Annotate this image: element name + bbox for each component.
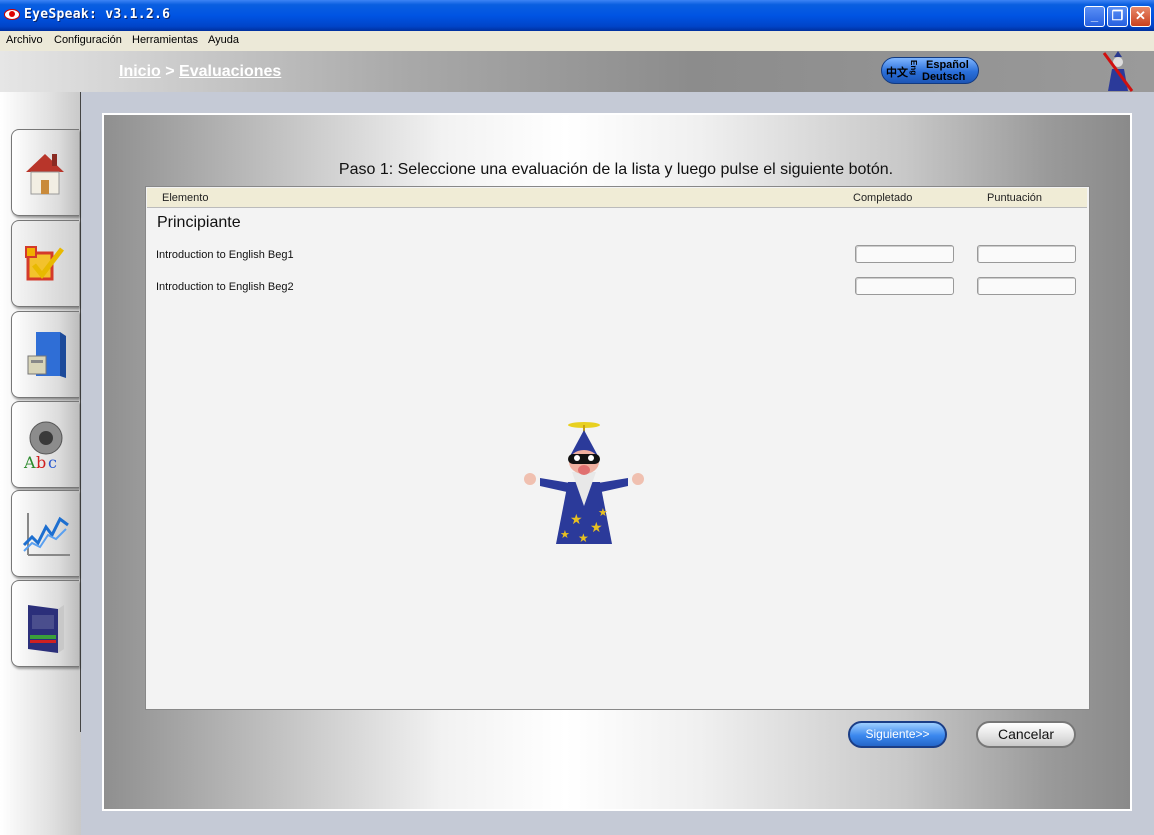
score-field [977, 245, 1076, 263]
tab-progress[interactable] [11, 490, 79, 577]
menu-archivo[interactable]: Archivo [6, 34, 43, 46]
completed-field [855, 277, 954, 295]
menu-bar: Archivo Configuración Herramientas Ayuda [0, 31, 1154, 51]
book-icon [28, 605, 64, 653]
language-button[interactable]: 中文 Eng Español Deutsch [881, 57, 979, 84]
tab-pronunciation[interactable]: A b c [11, 401, 79, 488]
close-button[interactable]: ✕ [1130, 6, 1151, 27]
instruction-text: Paso 1: Seleccione una evaluación de la … [338, 161, 894, 178]
header-bar: Inicio > Evaluaciones 中文 Eng Español Deu… [0, 51, 1154, 92]
svg-text:★: ★ [560, 529, 570, 541]
eye-logo-icon [4, 9, 20, 20]
next-button[interactable]: Siguiente>> [848, 721, 947, 748]
svg-text:★: ★ [578, 531, 589, 545]
language-english: Eng [909, 60, 918, 76]
breadcrumb-current-link[interactable]: Evaluaciones [179, 63, 281, 80]
breadcrumb-home-link[interactable]: Inicio [119, 63, 161, 80]
wizard-mascot-icon[interactable]: ★ ★ ★ ★ ★ [520, 420, 648, 550]
column-item[interactable]: Elemento [162, 192, 208, 204]
language-spanish: Español [926, 59, 969, 71]
speaker-abc-icon: A b c [23, 421, 63, 472]
group-label: Principiante [157, 214, 241, 231]
cancel-button[interactable]: Cancelar [976, 721, 1076, 748]
column-completed[interactable]: Completado [853, 192, 912, 204]
svg-text:A: A [23, 453, 36, 472]
svg-text:c: c [48, 453, 57, 472]
restore-button[interactable]: ❐ [1107, 6, 1128, 27]
svg-text:b: b [36, 453, 46, 472]
checkbox-icon [25, 246, 64, 281]
completed-field [855, 245, 954, 263]
list-item[interactable]: Introduction to English Beg2 [156, 281, 294, 293]
menu-herramientas[interactable]: Herramientas [132, 34, 198, 46]
menu-ayuda[interactable]: Ayuda [208, 34, 239, 46]
svg-text:★: ★ [598, 507, 608, 519]
title-bar: EyeSpeak: v3.1.2.6 _ ❐ ✕ [0, 0, 1154, 31]
svg-text:★: ★ [570, 511, 583, 527]
tab-dictionary[interactable] [11, 580, 79, 667]
list-item[interactable]: Introduction to English Beg1 [156, 249, 294, 261]
language-chinese: 中文 [886, 67, 908, 79]
tab-evaluations[interactable] [11, 220, 79, 307]
score-field [977, 277, 1076, 295]
wizard-disabled-icon[interactable] [1100, 51, 1136, 92]
tab-files[interactable] [11, 311, 79, 398]
chart-icon [22, 513, 70, 556]
column-score[interactable]: Puntuación [987, 192, 1042, 204]
language-german: Deutsch [922, 71, 966, 83]
file-cabinet-icon [27, 332, 66, 378]
list-header: Elemento Completado Puntuación [147, 188, 1087, 208]
minimize-button[interactable]: _ [1084, 6, 1105, 27]
svg-text:★: ★ [590, 519, 603, 535]
menu-configuracion[interactable]: Configuración [54, 34, 122, 46]
breadcrumb-separator: > [165, 63, 175, 80]
window-title: EyeSpeak: v3.1.2.6 [24, 7, 171, 22]
breadcrumb: Inicio > Evaluaciones [119, 63, 281, 81]
